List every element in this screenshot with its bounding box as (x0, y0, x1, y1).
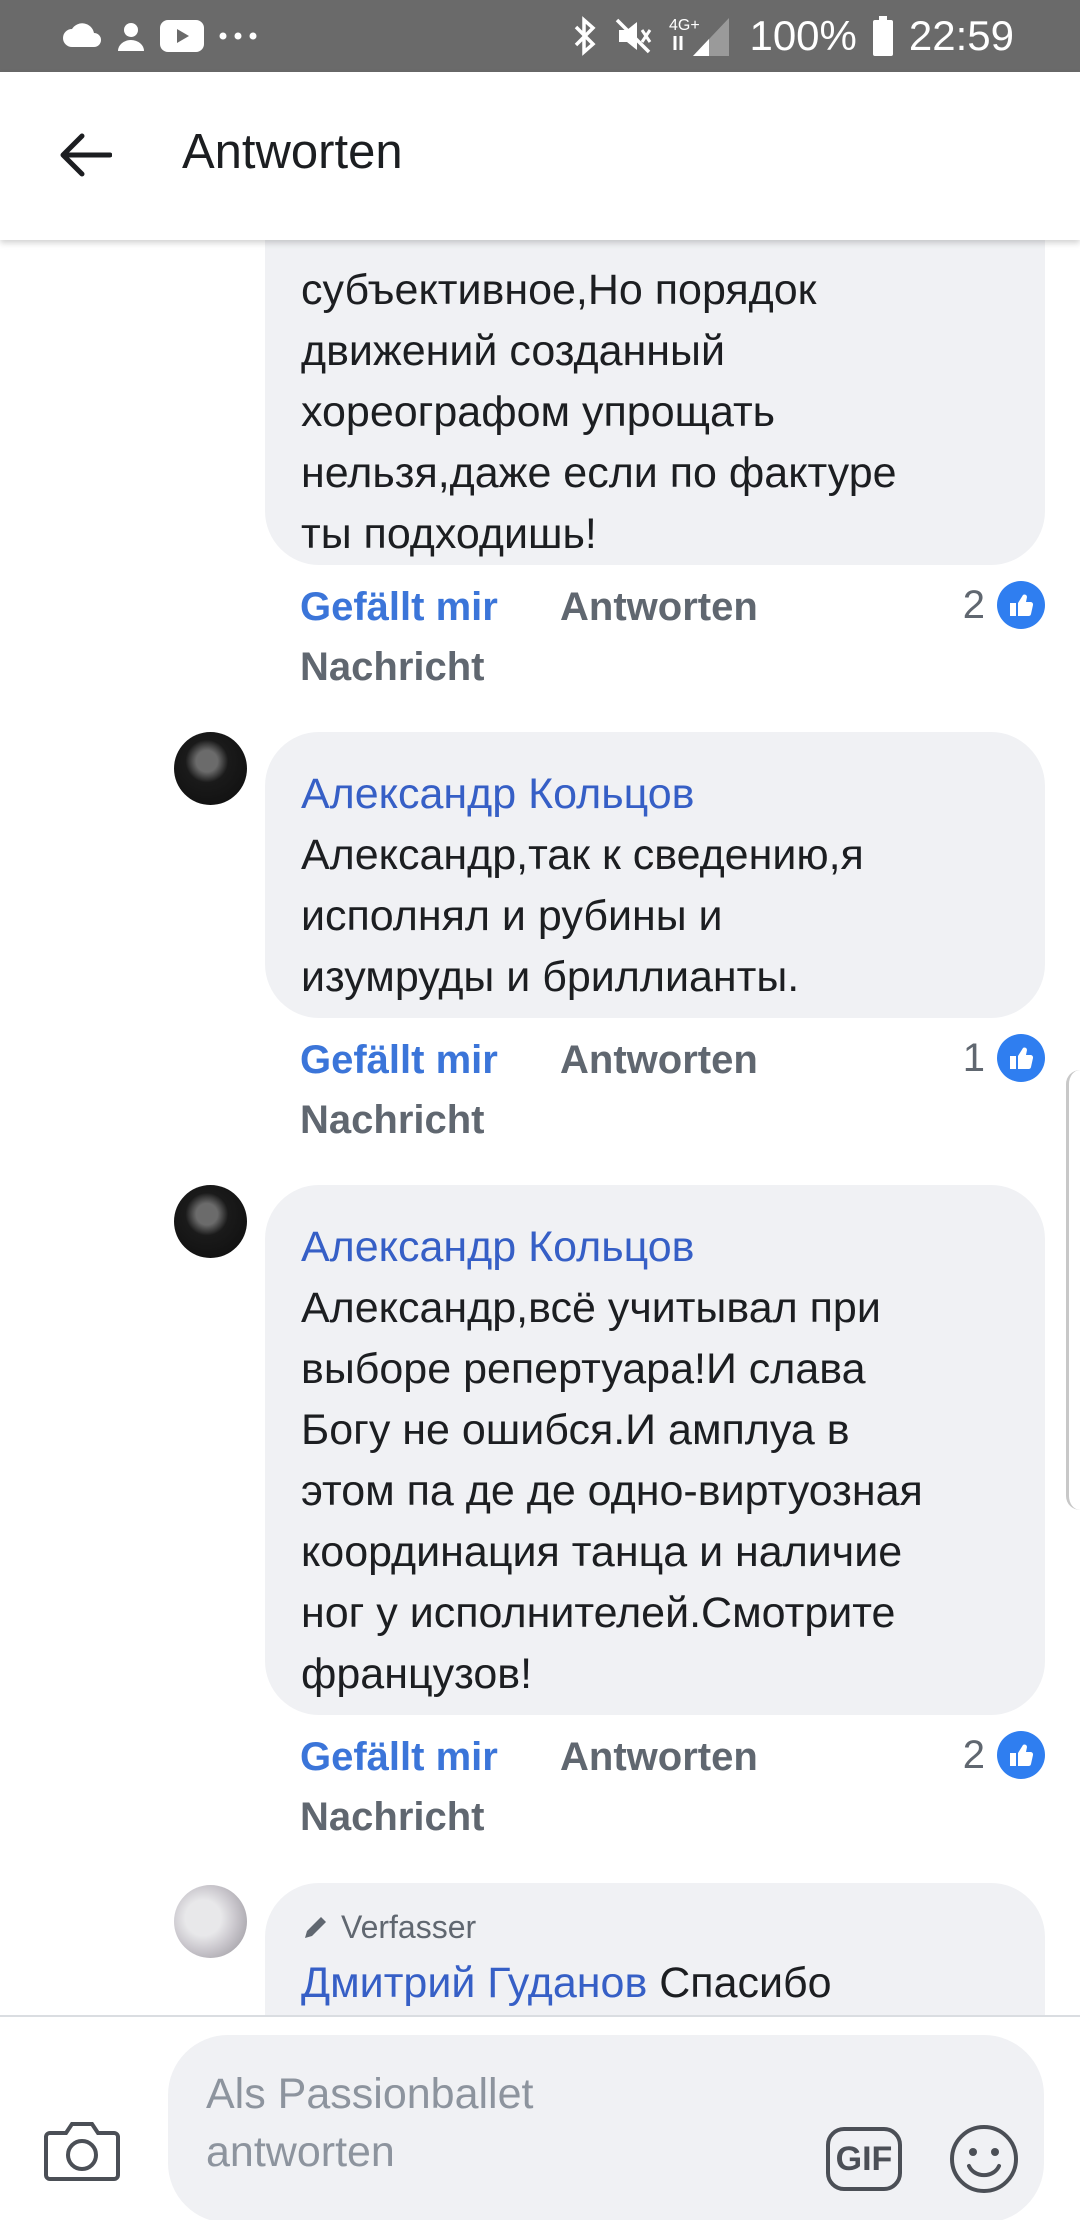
comment-bubble: Александр Кольцов Александр,так к сведен… (265, 732, 1045, 1018)
status-bar: 4G+ 100% 22:59 (0, 0, 1080, 72)
comment-bubble: субъективное,Но порядок движений созданн… (265, 240, 1045, 565)
reply-button[interactable]: Antworten (560, 1038, 758, 1083)
arrow-left-icon (60, 133, 112, 177)
clock: 22:59 (908, 12, 1014, 59)
reaction-count: 1 (962, 1035, 985, 1080)
comment-text: Александр,так к сведению,я исполнял и ру… (301, 831, 864, 1001)
comment-bubble: Verfasser Дмитрий Гуданов Спасибо (265, 1883, 1045, 2015)
comment-body: Спасибо (659, 1959, 832, 2007)
avatar[interactable] (174, 1885, 247, 1958)
smiley-icon (950, 2125, 1018, 2193)
more-icon (218, 31, 258, 41)
youtube-icon (160, 20, 204, 52)
app-header: Antworten (0, 72, 1080, 240)
mute-icon (613, 16, 653, 56)
battery-percent: 100% (749, 12, 857, 59)
signal-icon: 4G+ (669, 14, 733, 58)
network-type: 4G+ (669, 17, 700, 34)
message-button[interactable]: Nachricht (300, 1795, 485, 1840)
reaction-count: 2 (962, 1732, 985, 1777)
person-icon (116, 21, 146, 51)
reaction-summary[interactable]: 1 (963, 1034, 1045, 1082)
author-badge: Verfasser (301, 1907, 1009, 1947)
comment-actions: Gefällt mir Antworten Nachricht 2 (300, 1731, 1045, 1845)
avatar[interactable] (174, 732, 247, 805)
comment-text: Александр,всё учитывал при выборе реперт… (301, 1284, 923, 1698)
reply-input-placeholder: Als Passionballet antworten (206, 2070, 534, 2176)
comment-author[interactable]: Дмитрий Гуданов (301, 1959, 647, 2007)
thumbs-up-icon (997, 1034, 1045, 1082)
reply-button[interactable]: Antworten (560, 1735, 758, 1780)
cloud-icon (62, 23, 102, 49)
gif-button[interactable]: GIF (826, 2127, 902, 2191)
thumbs-up-icon (997, 1731, 1045, 1779)
comment-bubble: Александр Кольцов Александр,всё учитывал… (265, 1185, 1045, 1715)
reply-composer: Als Passionballet antworten GIF (0, 2015, 1080, 2220)
back-button[interactable] (50, 120, 120, 190)
reaction-count: 2 (962, 582, 985, 627)
like-button[interactable]: Gefällt mir (300, 1735, 498, 1780)
like-button[interactable]: Gefällt mir (300, 585, 498, 630)
reaction-summary[interactable]: 2 (963, 1731, 1045, 1779)
camera-icon (44, 2122, 120, 2181)
pencil-icon (305, 1917, 326, 1938)
gif-label: GIF (835, 2139, 893, 2178)
reply-button[interactable]: Antworten (560, 585, 758, 630)
comment-text: субъективное,Но порядок движений созданн… (301, 266, 897, 558)
reaction-summary[interactable]: 2 (963, 581, 1045, 629)
emoji-button[interactable] (948, 2123, 1020, 2195)
page-title: Antworten (182, 125, 403, 179)
comment-text: Дмитрий Гуданов Спасибо (301, 1953, 1009, 2014)
author-badge-label: Verfasser (341, 1909, 477, 1945)
camera-button[interactable] (44, 2117, 124, 2187)
comment-thread[interactable]: субъективное,Но порядок движений созданн… (0, 240, 1080, 2015)
comment-actions: Gefällt mir Antworten Nachricht 1 (300, 1034, 1045, 1148)
thumbs-up-icon (997, 581, 1045, 629)
avatar[interactable] (174, 1185, 247, 1258)
battery-icon (872, 16, 893, 56)
reply-input[interactable]: Als Passionballet antworten GIF (168, 2035, 1044, 2220)
comment-author[interactable]: Александр Кольцов (301, 1217, 1009, 1278)
scrollbar[interactable] (1066, 1070, 1080, 1510)
bluetooth-icon (573, 16, 597, 56)
like-button[interactable]: Gefällt mir (300, 1038, 498, 1083)
comment-author[interactable]: Александр Кольцов (301, 764, 1009, 825)
message-button[interactable]: Nachricht (300, 1098, 485, 1143)
message-button[interactable]: Nachricht (300, 645, 485, 690)
comment-actions: Gefällt mir Antworten Nachricht 2 (300, 581, 1045, 695)
